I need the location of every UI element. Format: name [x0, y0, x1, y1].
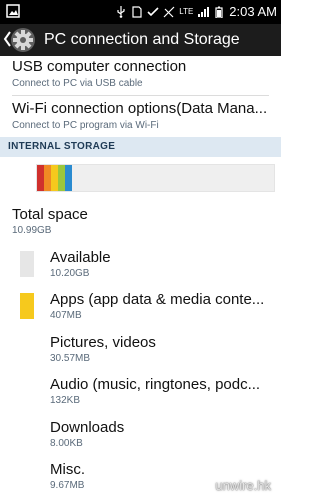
- clock: 2:03 AM: [229, 4, 277, 19]
- usage-segment-audio: [51, 165, 58, 191]
- usage-segment-pictures: [44, 165, 51, 191]
- storage-color-swatch: [20, 251, 34, 277]
- usb-connection-label: USB computer connection: [12, 58, 187, 75]
- wifi-connection-label: Wi-Fi connection options(Data Mana...: [12, 100, 268, 117]
- storage-item-size: 10.20GB: [50, 268, 90, 279]
- storage-item-label: Downloads: [50, 419, 125, 436]
- usb-connection-item[interactable]: USB computer connection Connect to PC vi…: [0, 56, 281, 96]
- usage-segment-misc: [65, 165, 72, 191]
- usb-connection-summary: Connect to PC via USB cable: [12, 78, 143, 89]
- wifi-connection-item[interactable]: Wi-Fi connection options(Data Mana... Co…: [0, 97, 281, 137]
- signal-strength-icon: [198, 7, 210, 17]
- storage-item-size: 9.67MB: [50, 480, 85, 491]
- status-icons: LTE 2:03 AM: [115, 3, 277, 21]
- storage-item-label: Audio (music, ringtones, podc...: [50, 376, 261, 393]
- storage-item-size: 407MB: [50, 310, 82, 321]
- section-title: INTERNAL STORAGE: [8, 141, 116, 152]
- storage-item-label: Pictures, videos: [50, 334, 156, 351]
- network-type-label: LTE: [179, 7, 194, 16]
- total-space-label: Total space: [12, 206, 88, 223]
- storage-item-pictures[interactable]: Pictures, videos 30.57MB: [0, 331, 281, 371]
- usage-segment-downloads: [58, 165, 65, 191]
- usage-segment-apps: [37, 165, 44, 191]
- storage-usage-bar: [36, 164, 275, 192]
- signal-muted-icon: [163, 6, 175, 18]
- storage-item-label: Apps (app data & media conte...: [50, 291, 265, 308]
- divider: [12, 95, 269, 96]
- storage-color-swatch: [20, 378, 34, 404]
- storage-item-available[interactable]: Available 10.20GB: [0, 246, 281, 286]
- storage-color-swatch: [20, 293, 34, 319]
- storage-item-apps[interactable]: Apps (app data & media conte... 407MB: [0, 288, 281, 328]
- status-bar: LTE 2:03 AM: [0, 0, 281, 24]
- watermark: unwire.hk: [215, 478, 271, 493]
- check-icon: [147, 7, 159, 17]
- storage-item-size: 30.57MB: [50, 353, 91, 364]
- sd-card-icon: [132, 6, 142, 18]
- storage-item-audio[interactable]: Audio (music, ringtones, podc... 132KB: [0, 373, 281, 413]
- internal-storage-header: INTERNAL STORAGE: [0, 137, 281, 157]
- wifi-connection-summary: Connect to PC program via Wi-Fi: [12, 120, 159, 131]
- storage-color-swatch: [20, 336, 34, 362]
- storage-item-downloads[interactable]: Downloads 8.00KB: [0, 416, 281, 456]
- battery-icon: [215, 6, 223, 18]
- storage-item-label: Available: [50, 249, 111, 266]
- total-space-item: Total space 10.99GB: [0, 204, 281, 240]
- total-space-value: 10.99GB: [12, 225, 52, 236]
- storage-item-size: 132KB: [50, 395, 81, 406]
- storage-color-swatch: [20, 463, 34, 489]
- storage-color-swatch: [20, 421, 34, 447]
- page-title: PC connection and Storage: [44, 31, 240, 48]
- action-bar: PC connection and Storage: [0, 24, 281, 56]
- storage-item-size: 8.00KB: [50, 438, 83, 449]
- gallery-notification-icon: [6, 4, 20, 18]
- gear-icon[interactable]: [10, 27, 36, 53]
- storage-item-label: Misc.: [50, 461, 85, 478]
- usb-icon: [117, 6, 125, 18]
